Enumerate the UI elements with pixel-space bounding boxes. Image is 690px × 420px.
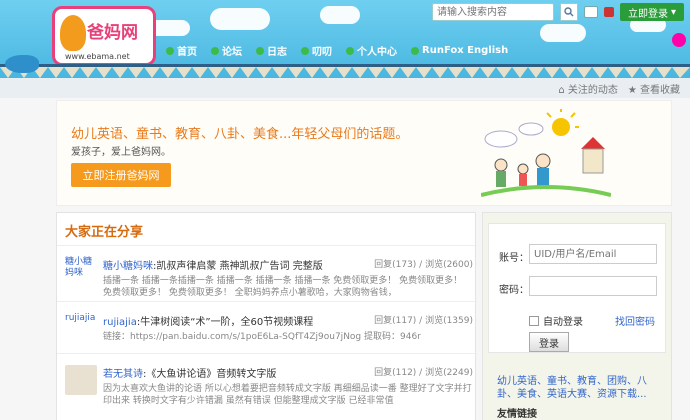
post-title-text: :凯叔声律启蒙 燕神凯叔广告词 完整版 — [153, 261, 323, 272]
star-icon: ★ — [627, 85, 640, 96]
cloud-decoration — [540, 24, 586, 42]
password-label: 密码： — [499, 285, 529, 296]
post-stats: 回复(112) / 浏览(2249) — [370, 365, 473, 378]
banner-subtitle: 爱孩子，爱上爸妈网。 — [71, 147, 171, 158]
account-input[interactable] — [529, 244, 657, 264]
notification-icon[interactable] — [603, 7, 614, 17]
nav-label: 论坛 — [222, 47, 242, 58]
divider — [57, 245, 475, 246]
fish-icon — [5, 55, 39, 73]
site-logo[interactable]: 爸妈网 www.ebama.net — [52, 6, 156, 66]
search-input[interactable] — [431, 3, 554, 21]
sharing-feed: 大家正在分享 糖小糖妈咪 糖小糖妈咪:凯叔声律启蒙 燕神凯叔广告词 完整版 回复… — [56, 212, 477, 420]
clover-icon — [411, 46, 419, 55]
family-illustration — [481, 109, 611, 197]
flower-icon — [672, 33, 686, 47]
banner-slogan: 幼儿英语、童书、教育、八卦、美食...年轻父母们的话题。 — [71, 127, 409, 142]
nav-label: 个人中心 — [357, 47, 397, 58]
nav-item-blog[interactable]: 日志 — [256, 43, 287, 58]
logo-url: www.ebama.net — [65, 52, 130, 61]
login-form: 账号： 密码： 自动登录 找回密码 登录 — [488, 223, 666, 353]
follow-label: 关注的动态 — [567, 85, 618, 96]
register-button[interactable]: 立即注册爸妈网 — [71, 163, 171, 187]
search-button[interactable] — [559, 3, 578, 21]
post-author[interactable]: rujiajia — [103, 317, 137, 328]
cloud-decoration — [210, 8, 270, 30]
nav-label: RunFox English — [422, 45, 509, 56]
logo-text: 爸妈网 — [87, 23, 138, 43]
password-input[interactable] — [529, 276, 657, 296]
account-label: 账号： — [499, 253, 529, 264]
nav-label: 日志 — [267, 47, 287, 58]
post-stats: 回复(117) / 浏览(1359) — [370, 313, 473, 326]
auto-login-checkbox[interactable] — [529, 315, 539, 326]
favorites-label: 查看收藏 — [640, 85, 680, 96]
follow-link[interactable]: ⌂ 关注的动态 — [558, 81, 618, 96]
mail-icon[interactable] — [583, 6, 598, 18]
post-author[interactable]: 糖小糖妈咪 — [103, 261, 153, 272]
main-nav: 首页 论坛 日志 叨叨 个人中心 RunFox English — [166, 43, 508, 58]
clover-icon — [301, 46, 309, 55]
bunting-decoration — [0, 64, 690, 78]
nav-label: 首页 — [177, 47, 197, 58]
clover-icon — [256, 46, 264, 55]
auto-login-option[interactable]: 自动登录 — [529, 313, 583, 328]
search-icon — [564, 7, 574, 17]
chevron-down-icon: ▾ — [670, 6, 676, 18]
divider — [57, 301, 477, 302]
forgot-password-link[interactable]: 找回密码 — [615, 313, 655, 328]
giraffe-mascot-icon — [60, 15, 86, 51]
post-excerpt: 链接：https://pan.baidu.com/s/1poE6La-SQfT4… — [103, 332, 421, 342]
avatar[interactable]: rujiajia — [65, 313, 97, 343]
login-submit-button[interactable]: 登录 — [529, 332, 569, 352]
top-toolbar: 立即登录 ▾ — [431, 2, 684, 22]
login-button[interactable]: 立即登录 ▾ — [619, 3, 684, 21]
home-icon: ⌂ — [558, 85, 568, 96]
cloud-decoration — [150, 20, 190, 36]
post-stats: 回复(173) / 浏览(2600) — [370, 257, 473, 270]
post-excerpt: 因为太喜欢大鱼讲的论语 所以心想着要把音频转成文字版 再细细品读一番 整理好了文… — [103, 384, 472, 406]
avatar[interactable]: 糖小糖妈咪 — [65, 257, 97, 287]
avatar-alt-text: rujiajia — [65, 313, 96, 323]
login-button-label: 立即登录 — [627, 8, 668, 20]
nav-item-chatter[interactable]: 叨叨 — [301, 43, 332, 58]
favorites-link[interactable]: ★ 查看收藏 — [628, 81, 680, 96]
sub-toolbar: ⌂ 关注的动态 ★ 查看收藏 — [0, 78, 690, 98]
friend-links-title: 友情链接 — [497, 409, 537, 420]
clover-icon — [346, 46, 354, 55]
avatar[interactable] — [65, 365, 97, 395]
nav-item-profile[interactable]: 个人中心 — [346, 43, 397, 58]
nav-label: 叨叨 — [312, 47, 332, 58]
nav-item-forum[interactable]: 论坛 — [211, 43, 242, 58]
post-title-text: :《大鱼讲论语》音频转文字版 — [143, 369, 277, 380]
clover-icon — [211, 46, 219, 55]
post-title-text: :牛津树阅读“术”一阶，全60节视频课程 — [136, 317, 314, 328]
welcome-banner: 幼儿英语、童书、教育、八卦、美食...年轻父母们的话题。 爱孩子，爱上爸妈网。 … — [56, 100, 672, 206]
nav-item-home[interactable]: 首页 — [166, 43, 197, 58]
cloud-decoration — [320, 6, 360, 24]
auto-login-label: 自动登录 — [543, 317, 583, 328]
clover-icon — [166, 46, 174, 55]
post-excerpt: 插播一条 插播一条插播一条 插播一条 插播一条 插播一条 免费领取更多！ 免费领… — [103, 276, 463, 298]
nav-item-runfox[interactable]: RunFox English — [411, 43, 508, 58]
site-header: 立即登录 ▾ 爸妈网 www.ebama.net 首页 论坛 日志 叨叨 个人中… — [0, 0, 690, 78]
section-title: 大家正在分享 — [65, 225, 144, 240]
topic-links[interactable]: 幼儿英语、童书、教育、团购、八卦、美食、英语大赛、资源下载... — [497, 375, 665, 401]
divider — [57, 353, 477, 354]
post-author[interactable]: 若无其诗 — [103, 369, 143, 380]
avatar-alt-text: 糖小糖妈咪 — [65, 257, 93, 278]
login-sidebar: 账号： 密码： 自动登录 找回密码 登录 幼儿英语、童书、教育、团购、八卦、美食… — [482, 212, 672, 420]
